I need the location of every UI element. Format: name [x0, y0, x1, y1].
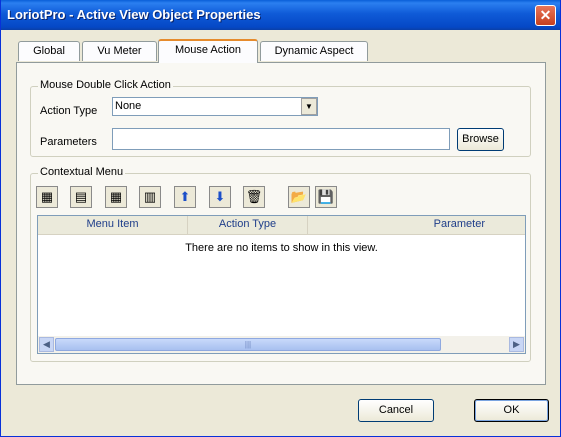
parameters-input[interactable]: [112, 128, 450, 150]
list-header: Menu Item Action Type Parameter: [38, 216, 525, 235]
tab-mouse-action-label: Mouse Action: [174, 44, 242, 56]
action-type-label: Action Type: [40, 105, 98, 117]
tab-global-label: Global: [33, 45, 65, 57]
scroll-right-icon[interactable]: ▶: [509, 337, 524, 352]
open-folder-glyph: 📂: [290, 189, 308, 204]
dialog-window: LoriotPro - Active View Object Propertie…: [0, 0, 561, 437]
tab-vu-meter-label: Vu Meter: [97, 45, 142, 57]
ok-button-label: OK: [503, 404, 520, 416]
action-type-select[interactable]: None ▼: [112, 97, 318, 116]
open-folder-icon[interactable]: 📂: [288, 186, 310, 208]
cancel-button[interactable]: Cancel: [358, 399, 434, 422]
column-action-type-label: Action Type: [218, 218, 277, 230]
action-type-value: None: [115, 100, 142, 112]
save-icon[interactable]: 💾: [315, 186, 337, 208]
add-item-glyph: ▦: [40, 189, 54, 204]
scroll-left-icon[interactable]: ◀: [39, 337, 54, 352]
arrow-up-icon[interactable]: ⬆: [174, 186, 196, 208]
close-icon: ✕: [539, 7, 552, 23]
contextual-menu-group-label: Contextual Menu: [38, 166, 126, 178]
title-bar[interactable]: LoriotPro - Active View Object Propertie…: [1, 0, 560, 30]
add-item-icon[interactable]: ▦: [36, 186, 58, 208]
arrow-up-glyph: ⬆: [179, 189, 191, 204]
trash-glyph: 🗑: [245, 189, 263, 204]
tab-dynamic-aspect[interactable]: Dynamic Aspect: [260, 41, 368, 61]
edit-item-icon[interactable]: ▦: [105, 186, 127, 208]
tab-vu-meter[interactable]: Vu Meter: [82, 41, 157, 61]
column-parameter-label: Parameter: [433, 218, 485, 230]
tab-dynamic-aspect-label: Dynamic Aspect: [274, 45, 354, 57]
ok-button[interactable]: OK: [474, 399, 549, 422]
insert-item-glyph: ▤: [74, 189, 88, 204]
cancel-button-label: Cancel: [378, 404, 414, 416]
horizontal-scrollbar[interactable]: ◀ ||| ▶: [38, 336, 525, 353]
browse-button-label: Browse: [462, 133, 499, 145]
insert-item-icon[interactable]: ▤: [70, 186, 92, 208]
arrow-down-glyph: ⬇: [214, 189, 226, 204]
tab-global[interactable]: Global: [18, 41, 80, 61]
scrollbar-thumb[interactable]: |||: [55, 338, 441, 351]
parameters-label: Parameters: [40, 136, 97, 148]
menu-items-list[interactable]: Menu Item Action Type Parameter There ar…: [37, 215, 526, 354]
trash-icon[interactable]: 🗑: [243, 186, 265, 208]
delete-item-glyph: ▥: [143, 189, 157, 204]
chevron-down-icon[interactable]: ▼: [301, 98, 317, 115]
arrow-down-icon[interactable]: ⬇: [209, 186, 231, 208]
browse-button[interactable]: Browse: [457, 128, 504, 151]
save-glyph: 💾: [317, 189, 335, 204]
column-header-action-type[interactable]: Action Type: [188, 216, 308, 234]
column-header-menu-item[interactable]: Menu Item: [38, 216, 188, 234]
tab-mouse-action[interactable]: Mouse Action: [158, 39, 258, 63]
column-menu-item-label: Menu Item: [86, 218, 139, 230]
window-title: LoriotPro - Active View Object Propertie…: [7, 7, 261, 22]
edit-item-glyph: ▦: [109, 189, 123, 204]
column-header-parameter[interactable]: Parameter: [308, 216, 525, 234]
empty-list-message: There are no items to show in this view.: [185, 242, 378, 254]
delete-item-icon[interactable]: ▥: [139, 186, 161, 208]
mouse-double-click-group-label: Mouse Double Click Action: [38, 79, 173, 91]
close-button[interactable]: ✕: [535, 5, 556, 26]
